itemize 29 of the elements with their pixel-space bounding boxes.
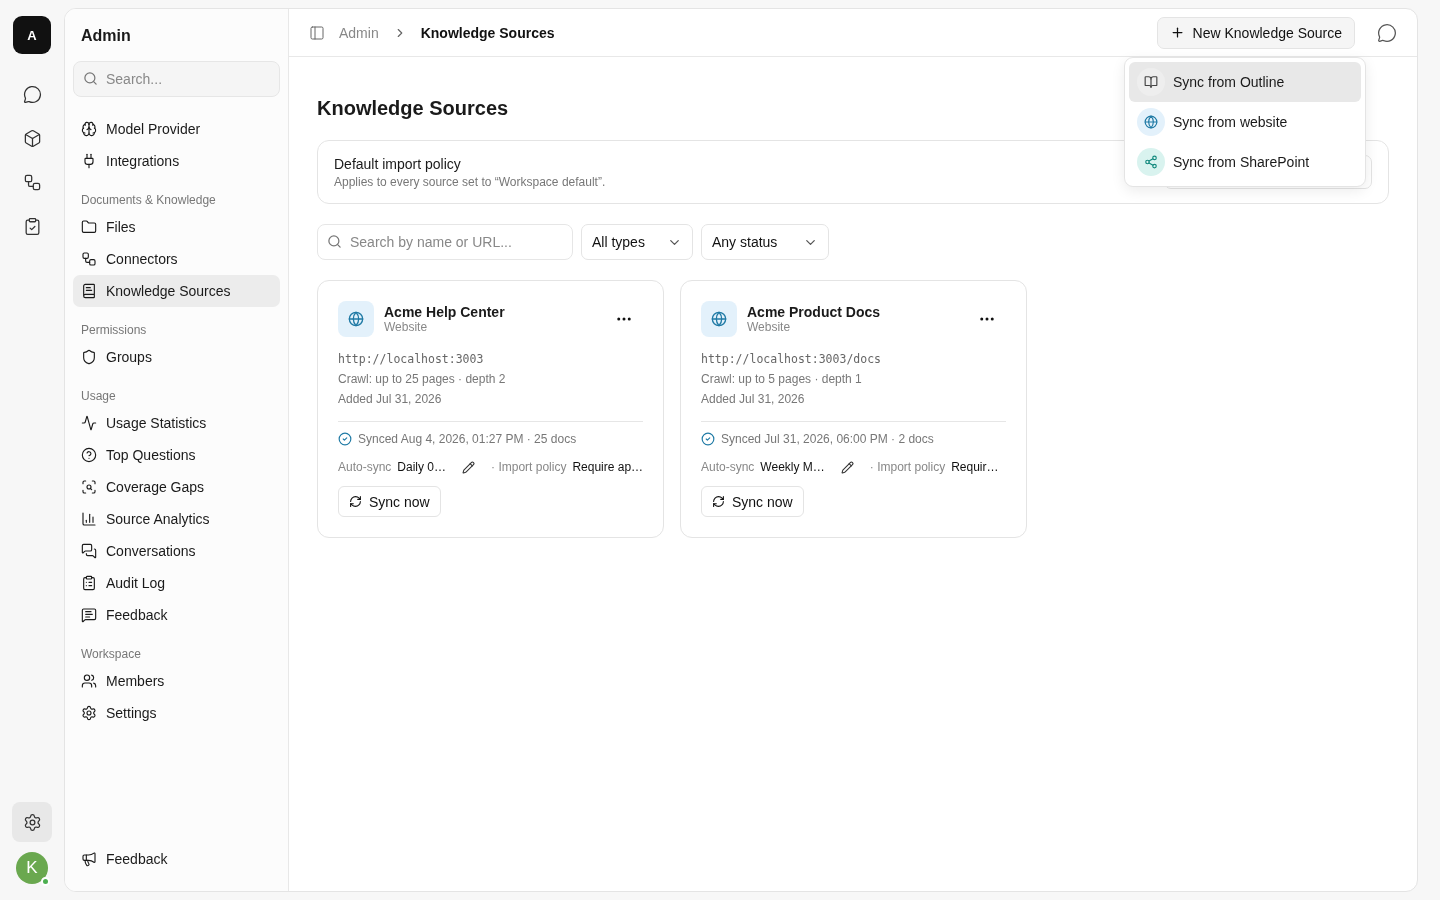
source-name: Acme Product Docs: [747, 304, 881, 320]
added-date: Added Jul 31, 2026: [701, 391, 806, 408]
auto-sync-value: Daily 0…: [397, 460, 447, 474]
import-policy-label: · Import policy: [869, 460, 946, 474]
source-name: Acme Help Center: [384, 304, 505, 320]
breadcrumb-item: Knowledge Sources: [420, 24, 555, 41]
policy-description: Applies to every source set to “Workspace default”.: [334, 174, 606, 189]
import-policy-value: Require ap…: [572, 460, 644, 474]
import-policy-label: · Import policy: [491, 460, 567, 474]
source-url: http://localhost:3003/docs: [701, 351, 882, 368]
crawl-info: Crawl: up to 5 pages · depth 1: [701, 371, 863, 388]
auto-sync-label: Auto-sync: [701, 460, 755, 474]
import-policy-value: Requir…: [951, 460, 999, 474]
sidebar-title: Admin: [80, 26, 132, 46]
added-date: Added Jul 31, 2026: [338, 391, 443, 408]
auto-sync-value: Weekly M…: [760, 460, 825, 474]
source-type: Website: [747, 320, 792, 334]
section-heading: Documents & Knowledge: [80, 192, 217, 209]
policy-title: Default import policy: [334, 155, 462, 172]
section-heading: Workspace: [80, 646, 142, 663]
source-url: http://localhost:3003: [338, 351, 485, 368]
sync-status: Synced Aug 4, 2026, 01:27 PM · 25 docs: [358, 432, 577, 446]
section-heading: Usage: [80, 388, 117, 405]
auto-sync-label: Auto-sync: [338, 460, 392, 474]
sync-status: Synced Jul 31, 2026, 06:00 PM · 2 docs: [721, 432, 934, 446]
source-type: Website: [384, 320, 429, 334]
crawl-info: Crawl: up to 25 pages · depth 2: [338, 371, 507, 388]
section-heading: Permissions: [80, 322, 148, 339]
page-title: Knowledge Sources: [317, 97, 510, 120]
